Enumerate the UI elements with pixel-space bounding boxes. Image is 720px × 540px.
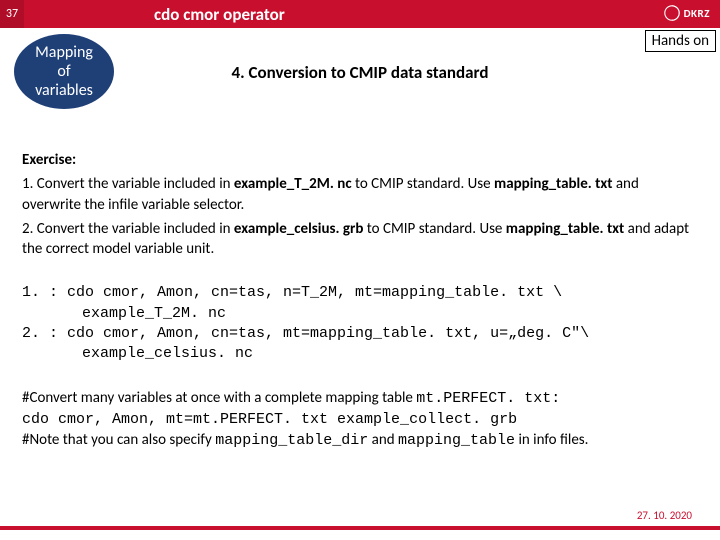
cmd-line-1: 1. : cdo cmor, Amon, cn=tas, n=T_2M, mt=… [22, 283, 698, 303]
footer-date: 27. 10. 2020 [637, 509, 692, 522]
ex2-posta: to CMIP standard. Use [363, 220, 505, 238]
note-l1a: #Convert many variables at once with a c… [22, 389, 416, 407]
header-bar: 37 cdo cmor operator DKRZ [0, 0, 720, 28]
badge-line1: Mapping [35, 43, 93, 62]
ex1-posta: to CMIP standard. Use [352, 175, 494, 193]
exercise-item-1: 1. Convert the variable included in exam… [22, 174, 698, 215]
ex1-pre: 1. Convert the variable included in [22, 175, 234, 193]
exercise-heading: Exercise: [22, 151, 76, 169]
note-l3e: in info files. [515, 431, 588, 449]
header-title: cdo cmor operator [154, 4, 285, 25]
ex2-postb: mapping_table. txt [506, 220, 624, 238]
ex1-postb: mapping_table. txt [494, 175, 612, 193]
note-l3a: #Note that you can also specify [22, 431, 215, 449]
ex1-file: example_T_2M. nc [234, 175, 352, 193]
ex2-file: example_celsius. grb [234, 220, 363, 238]
note-line-3: #Note that you can also specify mapping_… [22, 430, 698, 451]
note-block: #Convert many variables at once with a c… [22, 388, 698, 451]
note-l1b: mt.PERFECT. txt: [416, 390, 560, 407]
content: Exercise: 1. Convert the variable includ… [22, 150, 698, 451]
subtitle: 4. Conversion to CMIP data standard [0, 62, 720, 83]
note-l3d: mapping_table [398, 432, 515, 449]
ex2-pre: 2. Convert the variable included in [22, 220, 234, 238]
badge-line3: variables [35, 81, 93, 100]
cmd-line-2b: example_celsius. nc [22, 344, 698, 364]
note-l3c: and [368, 431, 398, 449]
footer-bar [0, 526, 720, 530]
logo-text: DKRZ [684, 7, 710, 20]
exercise-item-2: 2. Convert the variable included in exam… [22, 219, 698, 260]
cmd-line-1b: example_T_2M. nc [22, 304, 698, 324]
logo: DKRZ [663, 4, 710, 22]
logo-swirl-icon [663, 4, 681, 22]
note-line-1: #Convert many variables at once with a c… [22, 388, 698, 409]
note-l3b: mapping_table_dir [215, 432, 368, 449]
hands-on-label: Hands on [645, 30, 716, 52]
note-line-2: cdo cmor, Amon, mt=mt.PERFECT. txt examp… [22, 410, 698, 430]
slide-number: 37 [0, 0, 24, 28]
cmd-line-2: 2. : cdo cmor, Amon, cn=tas, mt=mapping_… [22, 324, 698, 344]
commands-block: 1. : cdo cmor, Amon, cn=tas, n=T_2M, mt=… [22, 283, 698, 364]
